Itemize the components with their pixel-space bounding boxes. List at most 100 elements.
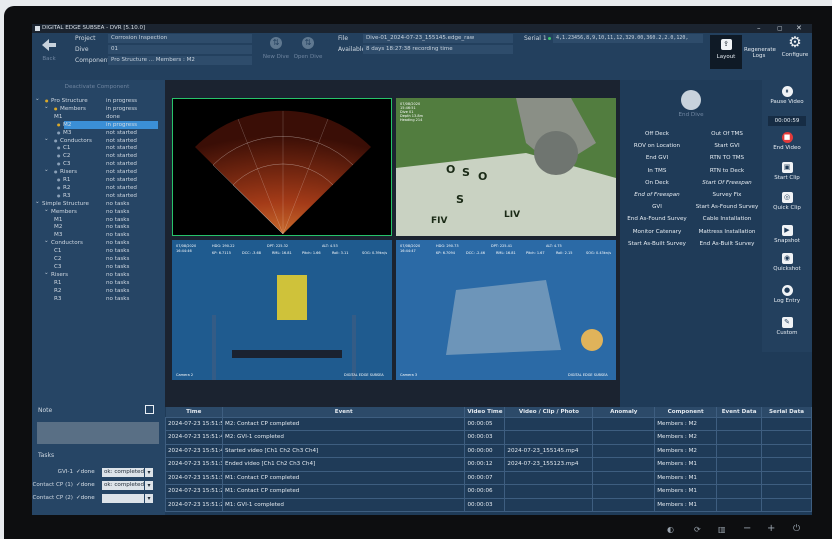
event-button[interactable]: ROV on Location bbox=[622, 140, 692, 153]
project-field[interactable]: Corrosion Inspection bbox=[108, 34, 252, 43]
chevron-down-icon[interactable]: ⌄ bbox=[44, 206, 49, 214]
event-button[interactable]: Start Of Freespan bbox=[692, 176, 762, 189]
log-column-header[interactable]: Video Time bbox=[464, 407, 506, 417]
event-button[interactable]: End As-Found Survey bbox=[622, 213, 692, 226]
close-button[interactable]: ✕ bbox=[796, 24, 802, 33]
log-column-header[interactable]: Anomaly bbox=[592, 407, 656, 417]
tree-item[interactable]: ⌄ ● Conductors not started bbox=[36, 135, 162, 145]
event-button[interactable]: Cable Installation bbox=[692, 213, 762, 226]
camera-3-view[interactable]: 07/08/2020 16:44:47 HDG: 290.73 DPT: 225.41… bbox=[396, 240, 616, 380]
tree-item[interactable]: C1 no tasks bbox=[36, 247, 162, 255]
tree-item[interactable]: ⌄ Simple Structure no tasks bbox=[35, 198, 162, 208]
event-button[interactable]: End GVI bbox=[622, 152, 692, 165]
event-button[interactable]: End of Freespan bbox=[622, 189, 692, 201]
chevron-down-icon[interactable]: ⌄ bbox=[44, 237, 49, 245]
custom-button[interactable]: ✎ Custom bbox=[762, 317, 812, 336]
monitor-plus-button[interactable]: + bbox=[767, 523, 775, 534]
tree-item[interactable]: ● R1 not started bbox=[36, 176, 162, 184]
chevron-down-icon[interactable]: ⌄ bbox=[35, 95, 40, 103]
chevron-down-icon[interactable]: ⌄ bbox=[44, 103, 49, 111]
log-column-header[interactable]: Component bbox=[654, 407, 718, 417]
note-textarea[interactable] bbox=[37, 422, 159, 444]
log-column-header[interactable]: Time bbox=[165, 407, 223, 417]
tree-item[interactable]: ● R3 not started bbox=[36, 192, 162, 200]
tree-item[interactable]: M2 no tasks bbox=[36, 223, 162, 231]
monitor-power-button[interactable]: ⏻ bbox=[793, 524, 800, 534]
end-dive-button[interactable]: End Dive bbox=[622, 82, 760, 126]
log-row[interactable]: 2024-07-23 15:51:50 M2: Contact CP comple… bbox=[165, 416, 812, 431]
tree-item[interactable]: R3 no tasks bbox=[36, 295, 162, 303]
tree-item[interactable]: M1 no tasks bbox=[36, 216, 162, 224]
back-button[interactable]: Back bbox=[36, 39, 62, 62]
task-result-field[interactable]: ok: completed bbox=[102, 468, 144, 477]
tree-item[interactable]: ● C3 not started bbox=[36, 160, 162, 168]
deactivate-component-button[interactable]: Deactivate Component bbox=[42, 82, 152, 92]
camera-2-view[interactable]: 07/08/2020 16:44:46 HDG: 290.22 DPT: 225.32… bbox=[172, 240, 392, 380]
event-button[interactable]: Survey Fix bbox=[692, 189, 762, 201]
event-button[interactable]: Monitor Catenary bbox=[622, 225, 692, 238]
event-button[interactable]: RTN TO TMS bbox=[692, 152, 762, 165]
log-column-header[interactable]: Video / Clip / Photo bbox=[504, 407, 594, 417]
chevron-down-icon[interactable]: ▾ bbox=[145, 481, 153, 490]
task-result-field[interactable]: ok: completed bbox=[102, 481, 144, 490]
tree-item[interactable]: M3 no tasks bbox=[36, 231, 162, 239]
log-row[interactable]: 2024-07-23 15:51:35 Ended video [Ch1 Ch2 … bbox=[165, 457, 812, 472]
tree-item[interactable]: ⌄ Risers no tasks bbox=[36, 269, 162, 279]
tree-item[interactable]: R1 no tasks bbox=[36, 279, 162, 287]
minimize-button[interactable]: – bbox=[757, 24, 761, 33]
monitor-menu-button[interactable]: ◐ bbox=[667, 525, 674, 534]
tree-item[interactable]: ⌄ ● Members in progress bbox=[36, 103, 162, 113]
end-video-button[interactable]: ■ End Video bbox=[762, 132, 812, 151]
layout-button[interactable]: ⇪ Layout bbox=[710, 35, 742, 69]
pause-video-button[interactable]: ⏸ Pause Video bbox=[762, 86, 812, 105]
chevron-down-icon[interactable]: ⌄ bbox=[44, 269, 49, 277]
quick-clip-button[interactable]: ◎ Quick Clip bbox=[762, 192, 812, 211]
tree-item[interactable]: ● M3 not started bbox=[36, 129, 162, 137]
chevron-down-icon[interactable]: ⌄ bbox=[44, 135, 49, 143]
tree-item[interactable]: C3 no tasks bbox=[36, 263, 162, 271]
event-button[interactable]: Start GVI bbox=[692, 140, 762, 153]
log-row[interactable]: 2024-07-23 15:51:45 Started video [Ch1 Ch… bbox=[165, 443, 812, 458]
event-button[interactable]: RTN to Deck bbox=[692, 164, 762, 177]
log-column-header[interactable]: Serial Data bbox=[761, 407, 812, 417]
new-dive-button[interactable]: ⇅ New Dive bbox=[261, 37, 291, 60]
camera-1-view[interactable]: 07/08/2020 15:46:51 Dive 01 Depth 13.8m He… bbox=[396, 98, 616, 236]
event-button[interactable]: In TMS bbox=[622, 164, 692, 177]
configure-button[interactable]: ⚙ Configure bbox=[780, 35, 810, 59]
tree-item[interactable]: M1 done bbox=[36, 113, 162, 121]
component-field[interactable]: Pro Structure ... Members : M2 bbox=[108, 56, 252, 65]
chevron-down-icon[interactable]: ▾ bbox=[145, 468, 153, 477]
monitor-input-button[interactable]: ⟳ bbox=[694, 525, 701, 534]
snapshot-button[interactable]: ▶ Snapshot bbox=[762, 225, 812, 244]
tree-item[interactable]: ● C1 not started bbox=[36, 144, 162, 152]
chevron-down-icon[interactable]: ⌄ bbox=[35, 198, 40, 206]
tree-item[interactable]: ⌄ Members no tasks bbox=[36, 206, 162, 216]
tree-item[interactable]: ● C2 not started bbox=[36, 152, 162, 160]
quickshot-button[interactable]: ◉ Quickshot bbox=[762, 253, 812, 272]
monitor-minus-button[interactable]: − bbox=[743, 523, 751, 534]
chevron-down-icon[interactable]: ⌄ bbox=[44, 166, 49, 174]
tree-item[interactable]: ⌄ Conductors no tasks bbox=[36, 237, 162, 247]
note-expand-icon[interactable] bbox=[145, 405, 154, 414]
log-entry-button[interactable]: ● Log Entry bbox=[762, 285, 812, 304]
log-row[interactable]: 2024-07-23 15:51:30 M1: Contact CP comple… bbox=[165, 470, 812, 485]
event-button[interactable]: Off Deck bbox=[622, 128, 692, 140]
dive-field[interactable]: 01 bbox=[108, 45, 252, 54]
tree-item[interactable]: ⌄ ● Pro Structure in progress bbox=[35, 95, 162, 105]
regenerate-logs-button[interactable]: Regenerate Logs bbox=[744, 47, 776, 59]
tree-item[interactable]: ● M2 in progress bbox=[36, 120, 162, 129]
tree-item[interactable]: C2 no tasks bbox=[36, 255, 162, 263]
event-button[interactable]: GVI bbox=[622, 201, 692, 214]
tree-item[interactable]: ⌄ ● Risers not started bbox=[36, 166, 162, 176]
event-button[interactable]: On Deck bbox=[622, 176, 692, 189]
log-column-header[interactable]: Event bbox=[222, 407, 466, 417]
start-clip-button[interactable]: ▣ Start Clip bbox=[762, 162, 812, 181]
maximize-button[interactable]: ▢ bbox=[777, 24, 783, 33]
event-button[interactable]: Start As-Found Survey bbox=[692, 201, 762, 214]
monitor-display-button[interactable]: ▥ bbox=[718, 525, 726, 534]
event-button[interactable]: Mattress Installation bbox=[692, 225, 762, 238]
event-button[interactable]: Start As-Built Survey bbox=[622, 237, 692, 250]
open-dive-button[interactable]: ⇅ Open Dive bbox=[293, 37, 323, 60]
tree-item[interactable]: R2 no tasks bbox=[36, 287, 162, 295]
log-row[interactable]: 2024-07-23 15:51:48 M2: GVI-1 completed 00… bbox=[165, 430, 812, 445]
